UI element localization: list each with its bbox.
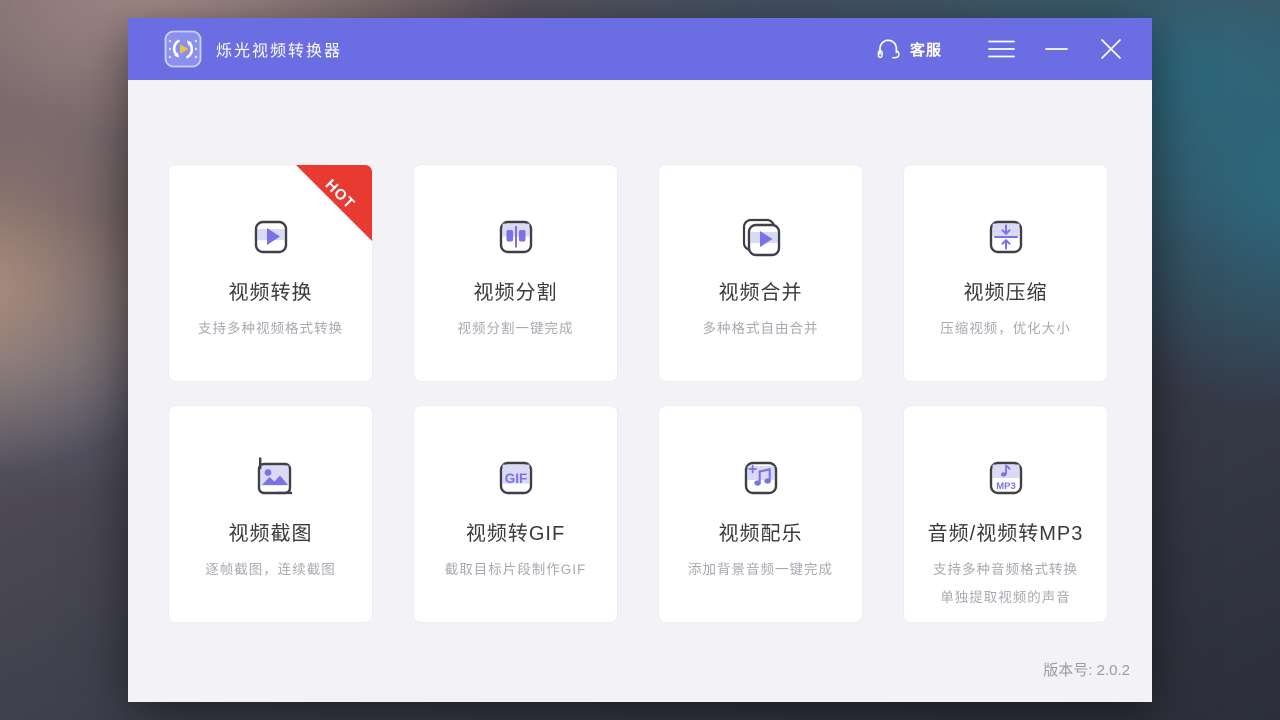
card-subtitle-2: 单独提取视频的声音: [940, 586, 1071, 606]
svg-text:MP3: MP3: [996, 481, 1016, 492]
card-title: 视频分割: [474, 276, 558, 305]
headset-icon: [876, 37, 901, 62]
card-title: 视频截图: [229, 517, 313, 546]
card-subtitle: 压缩视频，优化大小: [940, 317, 1071, 337]
card-subtitle: 多种格式自由合并: [703, 317, 819, 337]
support-label: 客服: [910, 39, 942, 60]
app-window: 烁光视频转换器 客服: [128, 18, 1152, 702]
titlebar: 烁光视频转换器 客服: [128, 18, 1152, 80]
minimize-icon: [1045, 39, 1068, 59]
svg-text:GIF: GIF: [504, 471, 527, 486]
video-split-icon: [492, 213, 540, 261]
card-title: 音频/视频转MP3: [928, 517, 1084, 546]
card-subtitle: 截取目标片段制作GIF: [445, 558, 587, 578]
video-music-icon: [737, 454, 785, 502]
card-subtitle: 逐帧截图，连续截图: [205, 558, 336, 578]
close-icon: [1100, 38, 1122, 60]
card-title: 视频压缩: [964, 276, 1048, 305]
card-subtitle: 支持多种视频格式转换: [198, 317, 343, 337]
app-title: 烁光视频转换器: [216, 37, 342, 61]
app-logo-icon: [164, 30, 202, 68]
video-to-gif-icon: GIF: [492, 454, 540, 502]
video-merge-icon: [737, 213, 785, 261]
video-compress-icon: [982, 213, 1030, 261]
card-video-compress[interactable]: 视频压缩 压缩视频，优化大小: [903, 164, 1108, 382]
card-title: 视频配乐: [719, 517, 803, 546]
card-audio-to-mp3[interactable]: MP3 音频/视频转MP3 支持多种音频格式转换 单独提取视频的声音: [903, 405, 1108, 623]
card-subtitle: 支持多种音频格式转换: [933, 558, 1078, 578]
card-video-to-gif[interactable]: GIF 视频转GIF 截取目标片段制作GIF: [413, 405, 618, 623]
card-video-music[interactable]: 视频配乐 添加背景音频一键完成: [658, 405, 863, 623]
main-content: HOT 视频转换 支持多种视频格式转换: [128, 80, 1152, 702]
card-video-merge[interactable]: 视频合并 多种格式自由合并: [658, 164, 863, 382]
card-video-convert[interactable]: HOT 视频转换 支持多种视频格式转换: [168, 164, 373, 382]
card-video-screenshot[interactable]: 视频截图 逐帧截图，连续截图: [168, 405, 373, 623]
menu-button[interactable]: [988, 39, 1015, 59]
video-convert-icon: [247, 213, 295, 261]
version-label: 版本号: 2.0.2: [1043, 659, 1130, 680]
card-subtitle: 视频分割一键完成: [458, 317, 574, 337]
video-screenshot-icon: [247, 454, 295, 502]
support-button[interactable]: 客服: [876, 37, 942, 62]
hamburger-icon: [988, 39, 1015, 59]
feature-grid: HOT 视频转换 支持多种视频格式转换: [168, 164, 1108, 623]
audio-to-mp3-icon: MP3: [982, 454, 1030, 502]
close-button[interactable]: [1100, 38, 1122, 60]
hot-badge: HOT: [296, 165, 372, 241]
card-title: 视频转换: [229, 276, 313, 305]
card-title: 视频转GIF: [466, 517, 565, 546]
card-title: 视频合并: [719, 276, 803, 305]
minimize-button[interactable]: [1045, 39, 1068, 59]
card-subtitle: 添加背景音频一键完成: [688, 558, 833, 578]
card-video-split[interactable]: 视频分割 视频分割一键完成: [413, 164, 618, 382]
